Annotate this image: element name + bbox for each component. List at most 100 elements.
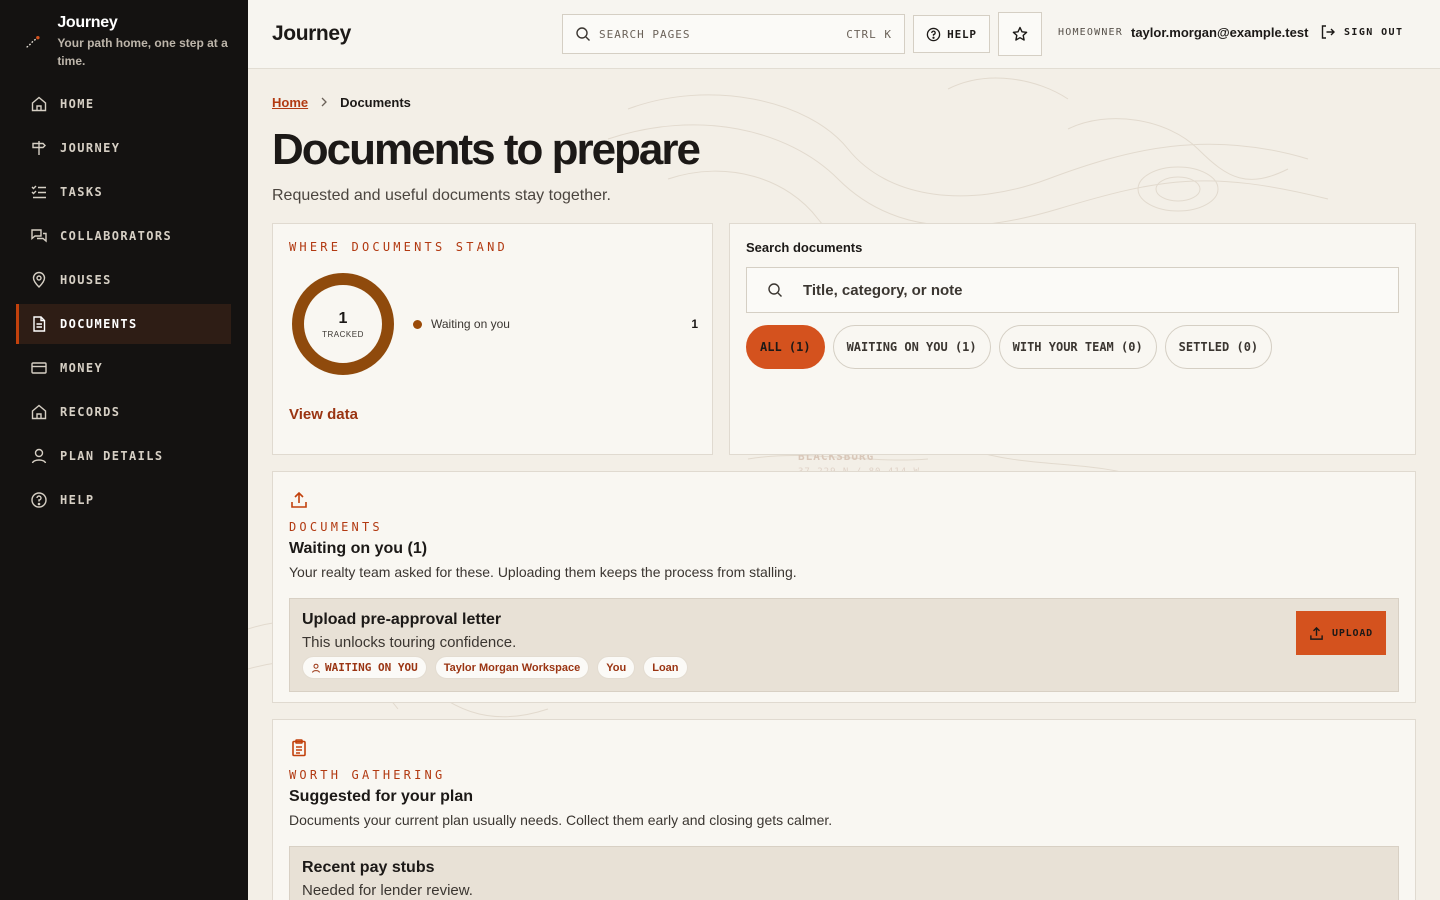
document-row: Upload pre-approval letter This unlocks … bbox=[289, 598, 1399, 692]
brand-tagline: Your path home, one step at a time. bbox=[57, 36, 228, 68]
upload-icon bbox=[291, 491, 307, 508]
document-description: Needed for lender review. bbox=[302, 882, 473, 899]
upload-button[interactable]: UPLOAD bbox=[1296, 611, 1386, 655]
person-icon bbox=[312, 663, 320, 673]
sidebar: Journey Your path home, one step at a ti… bbox=[0, 0, 248, 900]
workspace-tag: Taylor Morgan Workspace bbox=[434, 656, 590, 679]
sidebar-item-money[interactable]: MONEY bbox=[16, 348, 231, 388]
credit-card-icon bbox=[30, 359, 48, 377]
donut-total-label: TRACKED bbox=[322, 329, 364, 339]
breadcrumb-current: Documents bbox=[340, 95, 411, 110]
sidebar-item-help[interactable]: HELP bbox=[16, 480, 231, 520]
sidebar-item-houses[interactable]: HOUSES bbox=[16, 260, 231, 300]
sidebar-item-documents[interactable]: DOCUMENTS bbox=[16, 304, 231, 344]
legend-count: 1 bbox=[691, 317, 698, 331]
waiting-section: DOCUMENTS Waiting on you (1) Your realty… bbox=[272, 471, 1416, 703]
suggested-section: WORTH GATHERING Suggested for your plan … bbox=[272, 719, 1416, 900]
sign-out-label: SIGN OUT bbox=[1344, 26, 1404, 38]
owner-tag: You bbox=[597, 656, 636, 679]
sidebar-nav: HOME JOURNEY TASKS COLLABORATORS HOUSES … bbox=[0, 84, 248, 520]
sidebar-item-tasks[interactable]: TASKS bbox=[16, 172, 231, 212]
search-icon bbox=[768, 283, 782, 297]
clipboard-icon bbox=[292, 739, 306, 757]
search-pages-input[interactable]: SEARCH PAGES CTRL K bbox=[562, 14, 905, 54]
sidebar-item-label: HOUSES bbox=[60, 273, 112, 287]
document-search-field[interactable] bbox=[746, 267, 1399, 313]
question-icon bbox=[926, 27, 941, 41]
view-data-link[interactable]: View data bbox=[289, 406, 358, 423]
house-icon bbox=[30, 403, 48, 421]
document-row: Recent pay stubs Needed for lender revie… bbox=[289, 846, 1399, 900]
status-eyebrow: WHERE DOCUMENTS STAND bbox=[289, 240, 508, 254]
filter-settled[interactable]: SETTLED (0) bbox=[1164, 325, 1273, 369]
help-button[interactable]: HELP bbox=[913, 15, 990, 53]
sidebar-item-journey[interactable]: JOURNEY bbox=[16, 128, 231, 168]
donut-total: 1 bbox=[338, 309, 348, 327]
document-title: Upload pre-approval letter bbox=[302, 611, 502, 628]
sidebar-item-collaborators[interactable]: COLLABORATORS bbox=[16, 216, 231, 256]
page-subtitle: Requested and useful documents stay toge… bbox=[272, 187, 611, 204]
sidebar-item-label: RECORDS bbox=[60, 405, 121, 419]
chevron-right-icon bbox=[320, 95, 328, 110]
donut-legend-item: Waiting on you 1 bbox=[413, 317, 698, 331]
star-icon bbox=[1012, 26, 1028, 41]
breadcrumb-home-link[interactable]: Home bbox=[272, 95, 308, 110]
sign-out-button[interactable]: SIGN OUT bbox=[1320, 24, 1403, 40]
sidebar-item-label: HELP bbox=[60, 493, 95, 507]
donut-center: 1 TRACKED bbox=[291, 272, 395, 376]
sidebar-item-label: MONEY bbox=[60, 361, 104, 375]
search-placeholder: SEARCH PAGES bbox=[599, 27, 691, 41]
document-search-input[interactable] bbox=[803, 281, 1363, 299]
filter-with-your-team[interactable]: WITH YOUR TEAM (0) bbox=[998, 325, 1157, 369]
legend-label: Waiting on you bbox=[431, 317, 510, 331]
topbar: Journey SEARCH PAGES CTRL K HELP HOMEOWN… bbox=[248, 0, 1440, 69]
sidebar-item-label: HOME bbox=[60, 97, 95, 111]
document-description: This unlocks touring confidence. bbox=[302, 634, 517, 651]
filter-all[interactable]: ALL (1) bbox=[746, 325, 825, 369]
waiting-description: Your realty team asked for these. Upload… bbox=[289, 564, 797, 580]
brand-title: Journey bbox=[57, 14, 118, 31]
sidebar-item-plan-details[interactable]: PLAN DETAILS bbox=[16, 436, 231, 476]
signpost-icon bbox=[30, 139, 48, 157]
user-role: HOMEOWNER bbox=[1058, 27, 1123, 38]
filter-waiting-on-you[interactable]: WAITING ON YOU (1) bbox=[832, 325, 991, 369]
home-icon bbox=[30, 95, 48, 113]
document-tags: WAITING ON YOU Taylor Morgan Workspace Y… bbox=[302, 656, 1386, 679]
status-donut-chart: 1 TRACKED bbox=[291, 272, 395, 376]
document-filters: ALL (1) WAITING ON YOU (1) WITH YOUR TEA… bbox=[746, 325, 1280, 369]
location-pin-icon bbox=[30, 271, 48, 289]
document-search-card: Search documents ALL (1) WAITING ON YOU … bbox=[729, 223, 1416, 455]
sidebar-item-label: PLAN DETAILS bbox=[60, 449, 164, 463]
user-email: taylor.morgan@example.test bbox=[1131, 25, 1309, 40]
sidebar-item-label: DOCUMENTS bbox=[60, 317, 138, 331]
status-badge: WAITING ON YOU bbox=[302, 656, 427, 679]
document-status-card: WHERE DOCUMENTS STAND 1 TRACKED Waiting … bbox=[272, 223, 713, 455]
sign-out-icon bbox=[1321, 25, 1335, 39]
favorite-button[interactable] bbox=[998, 12, 1042, 56]
upload-icon bbox=[1310, 626, 1323, 640]
path-logo-icon bbox=[26, 35, 40, 48]
sidebar-item-home[interactable]: HOME bbox=[16, 84, 231, 124]
sidebar-item-records[interactable]: RECORDS bbox=[16, 392, 231, 432]
sidebar-item-label: JOURNEY bbox=[60, 141, 121, 155]
question-icon bbox=[30, 491, 48, 509]
suggested-title: Suggested for your plan bbox=[289, 788, 474, 805]
suggested-eyebrow: WORTH GATHERING bbox=[289, 768, 446, 782]
category-tag: Loan bbox=[643, 656, 688, 679]
waiting-title: Waiting on you (1) bbox=[289, 540, 428, 557]
sidebar-item-label: COLLABORATORS bbox=[60, 229, 173, 243]
status-badge-label: WAITING ON YOU bbox=[325, 661, 418, 674]
help-label: HELP bbox=[947, 27, 977, 41]
legend-swatch bbox=[413, 319, 422, 329]
waiting-eyebrow: DOCUMENTS bbox=[289, 520, 383, 534]
document-icon bbox=[30, 315, 48, 333]
brand[interactable]: Journey Your path home, one step at a ti… bbox=[0, 0, 248, 84]
search-documents-label: Search documents bbox=[746, 240, 863, 255]
document-title: Recent pay stubs bbox=[302, 859, 435, 876]
person-icon bbox=[30, 447, 48, 465]
search-icon bbox=[576, 27, 590, 41]
checklist-icon bbox=[30, 183, 48, 201]
page-title: Documents to prepare bbox=[272, 125, 701, 174]
suggested-description: Documents your current plan usually need… bbox=[289, 812, 833, 828]
chat-icon bbox=[30, 227, 48, 245]
